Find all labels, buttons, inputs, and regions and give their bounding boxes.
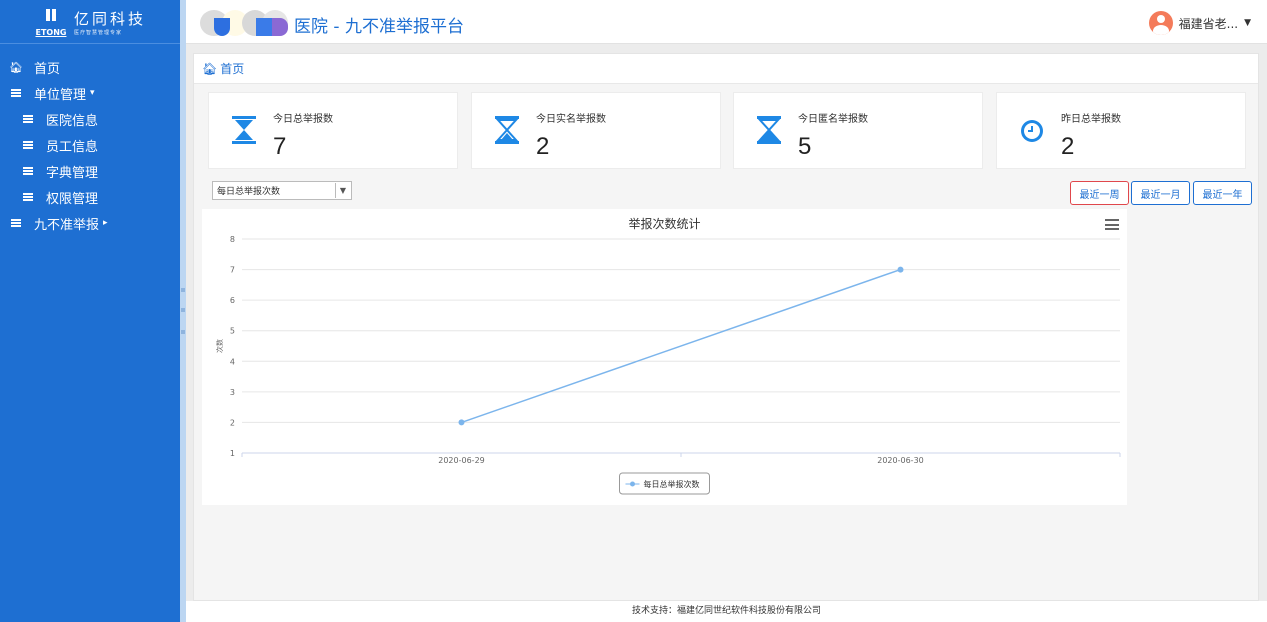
sidebar-item-reports[interactable]: 九不准举报 ▸ [0,210,180,236]
data-point[interactable] [458,419,465,426]
y-tick-label: 7 [230,266,235,275]
y-tick-label: 1 [230,449,235,458]
chart-title: 举报次数统计 [628,217,701,231]
main-content: 🏠︎ 首页 今日总举报数 7 今日实名举报数 2 今日匿名举报数 5 昨日总举报… [193,53,1259,601]
home-icon: 🏠︎ [9,60,23,74]
clock-icon [1021,120,1043,142]
sidebar-item-permissions[interactable]: 权限管理 [0,184,180,210]
stat-value: 2 [536,133,550,160]
list-icon [10,89,22,97]
avatar-icon [1148,11,1173,35]
list-icon [10,219,22,227]
sidebar-item-staff-info[interactable]: 员工信息 [0,132,180,158]
logo-mark-icon: ETONG [34,7,68,37]
menu-icon[interactable] [1105,219,1119,230]
chevron-down-icon: ▼ [1244,18,1251,28]
page-title: 医院 - 九不准举报平台 [294,17,464,37]
list-icon [22,115,34,123]
list-icon [22,141,34,149]
metric-select-value: 每日总举报次数 [217,187,281,197]
y-tick-label: 6 [230,296,235,305]
stat-value: 2 [1061,133,1075,160]
sidebar-item-dictionary[interactable]: 字典管理 [0,158,180,184]
report-line-chart: 1 2 3 4 5 6 7 8 2020-06-29 2020-06-30 次数每日总举报次数 [215,235,1121,495]
y-tick-label: 8 [230,235,235,244]
y-tick-label: 2 [230,418,235,427]
x-tick-label: 2020-06-29 [438,456,485,465]
y-tick-label: 3 [230,388,235,397]
sidebar-splitter[interactable] [180,0,186,622]
stat-value: 5 [798,133,812,160]
sidebar-item-label: 医院信息 [46,113,99,129]
stat-card-today-realname: 今日实名举报数 2 [471,92,721,169]
sidebar-item-unit-management[interactable]: 单位管理 ▾ [0,80,180,106]
hospital-logo-icon [200,10,292,36]
stat-label: 今日匿名举报数 [798,114,868,125]
range-year-button[interactable]: 最近一年 [1193,181,1252,205]
user-menu[interactable]: 福建省老... ▼ [1148,11,1251,35]
logo: ETONG 亿同科技 医疗智慧管理专家 [0,0,180,44]
hourglass-end-icon [757,116,781,144]
user-name: 福建省老... [1178,16,1239,31]
logo-name: 亿同科技 [73,9,146,28]
stat-label: 今日实名举报数 [536,114,606,125]
sidebar-item-label: 九不准举报 [34,217,100,233]
stat-label: 今日总举报数 [273,114,333,125]
caret-right-icon: ▸ [103,218,108,228]
sidebar-item-label: 字典管理 [46,165,99,181]
stat-card-today-total: 今日总举报数 7 [208,92,458,169]
list-icon [22,193,34,201]
range-week-button[interactable]: 最近一周 [1070,181,1129,205]
home-icon: 🏠︎ [202,61,218,76]
metric-select[interactable]: 每日总举报次数 ▼ [212,181,352,200]
legend-label: 每日总举报次数 [644,479,700,489]
sidebar: ETONG 亿同科技 医疗智慧管理专家 🏠︎ 首页 单位管理 ▾ 医院信息 员工… [0,0,180,622]
hourglass-half-icon [495,116,519,144]
list-icon [22,167,34,175]
sidebar-item-label: 首页 [34,61,61,77]
chart-panel: 1 2 3 4 5 6 7 8 2020-06-29 2020-06-30 次数每日总举报次数 举报… [202,209,1127,505]
breadcrumb: 🏠︎ 首页 [194,54,1258,84]
sidebar-nav: 🏠︎ 首页 单位管理 ▾ 医院信息 员工信息 字典管理 权限管理 九不准举报 ▸ [0,54,180,236]
y-tick-label: 5 [230,327,235,336]
sidebar-item-home[interactable]: 🏠︎ 首页 [0,54,180,80]
logo-tagline: 医疗智慧管理专家 [73,29,122,36]
y-tick-label: 4 [230,357,235,366]
y-axis-label: 次数 [215,339,224,353]
caret-down-icon: ▾ [90,88,95,98]
footer: 技术支持：福建亿同世纪软件科技股份有限公司 [186,601,1267,622]
stat-card-today-anonymous: 今日匿名举报数 5 [733,92,983,169]
x-tick-label: 2020-06-30 [877,456,924,465]
stat-value: 7 [273,133,287,160]
stat-card-yesterday-total: 昨日总举报数 2 [996,92,1246,169]
breadcrumb-home[interactable]: 首页 [220,60,244,77]
sidebar-item-label: 员工信息 [46,139,99,155]
legend-marker-icon [630,481,635,487]
sidebar-item-label: 单位管理 [34,87,87,103]
range-month-button[interactable]: 最近一月 [1131,181,1190,205]
top-header: 医院 - 九不准举报平台 福建省老... ▼ [186,0,1267,44]
logo-letters: ETONG [35,27,67,37]
data-point[interactable] [897,266,904,273]
hourglass-icon [232,116,256,144]
sidebar-item-label: 权限管理 [46,191,99,207]
chevron-down-icon: ▼ [335,183,350,198]
sidebar-item-hospital-info[interactable]: 医院信息 [0,106,180,132]
series-line [461,268,901,424]
stat-label: 昨日总举报数 [1061,114,1121,125]
